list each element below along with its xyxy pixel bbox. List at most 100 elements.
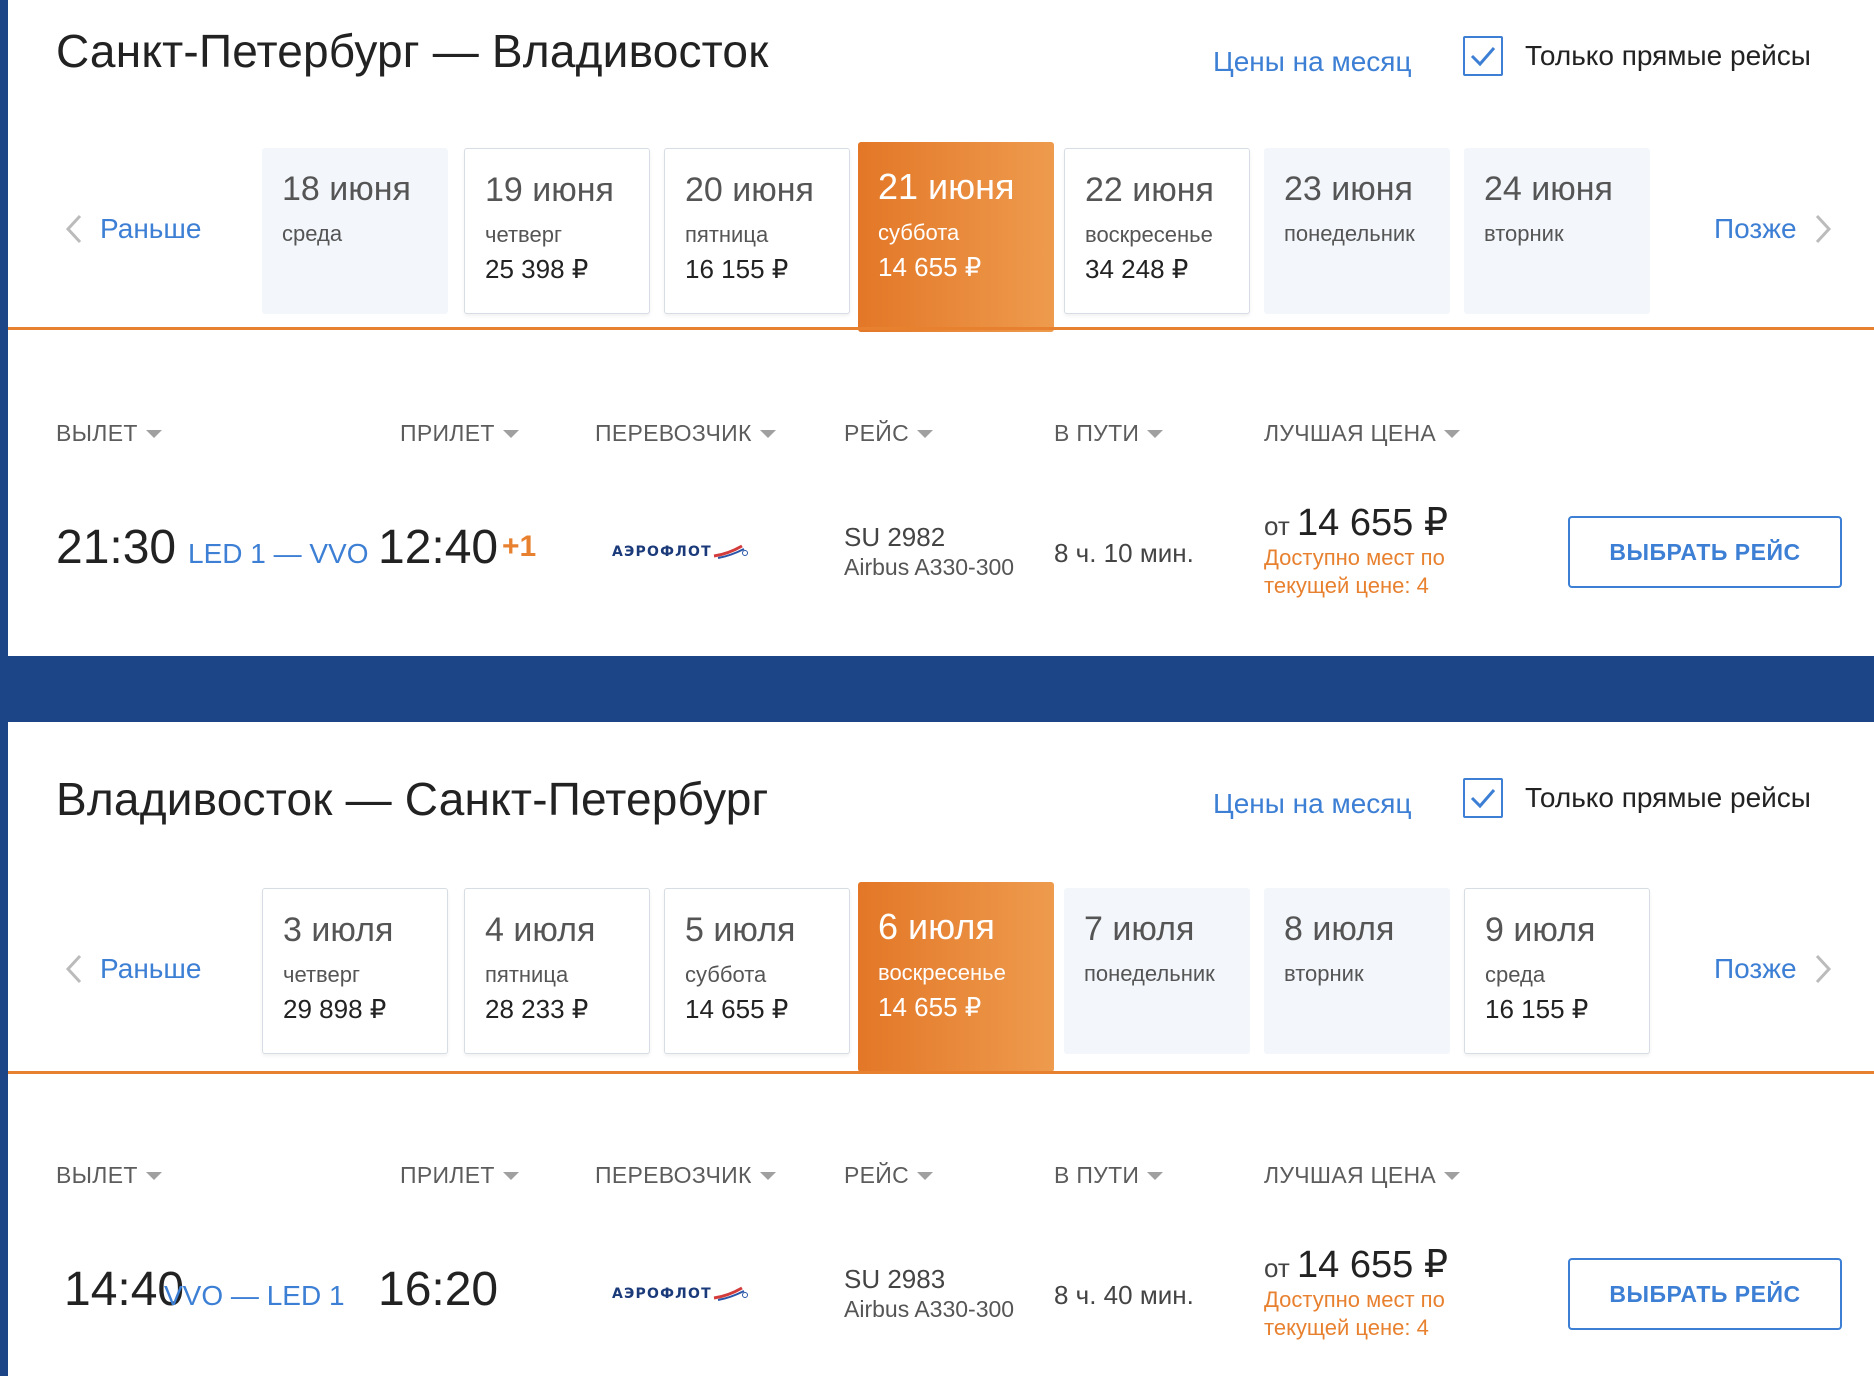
- month-prices-link[interactable]: Цены на месяц: [1213, 788, 1412, 820]
- chevron-left-icon: [65, 954, 82, 984]
- date-label: 18 июня: [282, 170, 411, 208]
- price-prefix: от: [1264, 511, 1290, 541]
- caret-down-icon: [759, 429, 776, 438]
- direct-flights-label: Только прямые рейсы: [1525, 40, 1811, 71]
- sort-flight[interactable]: РЕЙС: [844, 420, 934, 447]
- date-cell[interactable]: 3 июля четверг 29 898 ₽: [262, 888, 448, 1054]
- caret-down-icon: [502, 1171, 519, 1180]
- date-label: 20 июня: [685, 171, 814, 209]
- sort-departure[interactable]: ВЫЛЕТ: [56, 420, 162, 447]
- date-label: 3 июля: [283, 911, 394, 949]
- seats-line: текущей цене: 4: [1264, 573, 1429, 598]
- sort-arrival[interactable]: ПРИЛЕТ: [400, 420, 519, 447]
- next-day-badge: +1: [502, 530, 537, 563]
- chevron-right-icon: [1815, 214, 1831, 244]
- day-label: вторник: [1484, 221, 1564, 246]
- route-title: Санкт-Петербург — Владивосток: [56, 25, 769, 77]
- dates-prev-button[interactable]: Раньше: [60, 212, 201, 246]
- seats-line: Доступно мест по: [1264, 1287, 1445, 1312]
- price-value: 14 655 ₽: [1297, 502, 1448, 544]
- date-label: 22 июня: [1085, 171, 1214, 209]
- dates-next-button[interactable]: Позже: [1714, 212, 1837, 246]
- dates-prev-label: Раньше: [100, 213, 202, 244]
- date-cell[interactable]: 9 июля среда 16 155 ₽: [1464, 888, 1650, 1054]
- day-label: среда: [1485, 962, 1546, 987]
- direct-flights-checkbox[interactable]: [1463, 778, 1503, 818]
- seats-available: Доступно мест по текущей цене: 4: [1264, 544, 1484, 600]
- date-label: 19 июня: [485, 171, 614, 209]
- sort-departure[interactable]: ВЫЛЕТ: [56, 1162, 162, 1189]
- sort-departure-label: ВЫЛЕТ: [56, 1162, 138, 1188]
- day-label: понедельник: [1084, 961, 1215, 986]
- date-cell-selected[interactable]: 6 июля воскресенье 14 655 ₽: [858, 882, 1054, 1072]
- sort-duration[interactable]: В ПУТИ: [1054, 1162, 1164, 1189]
- departure-time: 21:30: [56, 521, 177, 574]
- select-flight-button[interactable]: ВЫБРАТЬ РЕЙС: [1568, 1258, 1842, 1330]
- direct-flights-toggle[interactable]: Только прямые рейсы: [1463, 778, 1811, 818]
- direct-flights-checkbox[interactable]: [1463, 36, 1503, 76]
- day-label: воскресенье: [1085, 222, 1213, 247]
- route-card-return: Владивосток — Санкт-Петербург Цены на ме…: [8, 722, 1874, 1376]
- date-cell[interactable]: 5 июля суббота 14 655 ₽: [664, 888, 850, 1054]
- date-price: 34 248 ₽: [1085, 254, 1189, 284]
- best-price: от 14 655 ₽: [1264, 500, 1448, 545]
- date-cell[interactable]: 20 июня пятница 16 155 ₽: [664, 148, 850, 314]
- aeroflot-logo-icon: АЭРОФЛОТ: [612, 1286, 750, 1302]
- date-cell[interactable]: 4 июля пятница 28 233 ₽: [464, 888, 650, 1054]
- flight-duration: 8 ч. 10 мин.: [1054, 538, 1194, 568]
- date-price: 28 233 ₽: [485, 994, 589, 1024]
- dates-prev-button[interactable]: Раньше: [60, 952, 201, 986]
- flight-duration: 8 ч. 40 мин.: [1054, 1280, 1194, 1310]
- sort-carrier[interactable]: ПЕРЕВОЗЧИК: [595, 1162, 776, 1189]
- date-cell[interactable]: 19 июня четверг 25 398 ₽: [464, 148, 650, 314]
- day-label: пятница: [485, 962, 569, 987]
- day-label: среда: [282, 221, 343, 246]
- date-strip-divider: [8, 327, 1874, 330]
- day-label: воскресенье: [878, 960, 1006, 985]
- date-cell-selected[interactable]: 21 июня суббота 14 655 ₽: [858, 142, 1054, 332]
- sort-carrier[interactable]: ПЕРЕВОЗЧИК: [595, 420, 776, 447]
- date-cell[interactable]: 18 июня среда: [262, 148, 448, 314]
- sort-flight[interactable]: РЕЙС: [844, 1162, 934, 1189]
- date-label: 4 июля: [485, 911, 596, 949]
- date-price: 14 655 ₽: [878, 252, 982, 282]
- route-card-outbound: Санкт-Петербург — Владивосток Цены на ме…: [8, 0, 1874, 656]
- wing-icon: [713, 1286, 748, 1301]
- month-prices-link[interactable]: Цены на месяц: [1213, 46, 1412, 78]
- chevron-right-icon: [1815, 954, 1831, 984]
- arrival-time: 12:40: [378, 521, 499, 574]
- best-price: от 14 655 ₽: [1264, 1242, 1448, 1287]
- seats-line: Доступно мест по: [1264, 545, 1445, 570]
- date-price: 16 155 ₽: [1485, 994, 1589, 1024]
- day-label: пятница: [685, 222, 769, 247]
- sort-duration[interactable]: В ПУТИ: [1054, 420, 1164, 447]
- sort-best-price[interactable]: ЛУЧШАЯ ЦЕНА: [1264, 1162, 1461, 1189]
- sort-arrival[interactable]: ПРИЛЕТ: [400, 1162, 519, 1189]
- route-title: Владивосток — Санкт-Петербург: [56, 773, 769, 825]
- direct-flights-toggle[interactable]: Только прямые рейсы: [1463, 36, 1811, 76]
- day-label: суббота: [878, 220, 960, 245]
- sort-departure-label: ВЫЛЕТ: [56, 420, 138, 446]
- day-label: вторник: [1284, 961, 1364, 986]
- day-label: четверг: [485, 222, 562, 247]
- select-flight-button[interactable]: ВЫБРАТЬ РЕЙС: [1568, 516, 1842, 588]
- date-cell[interactable]: 22 июня воскресенье 34 248 ₽: [1064, 148, 1250, 314]
- date-label: 6 июля: [878, 906, 995, 947]
- chevron-left-icon: [65, 214, 82, 244]
- date-cell[interactable]: 23 июня понедельник: [1264, 148, 1450, 314]
- date-label: 23 июня: [1284, 170, 1413, 208]
- caret-down-icon: [759, 1171, 776, 1180]
- date-cell[interactable]: 8 июля вторник: [1264, 888, 1450, 1054]
- check-icon: [1470, 47, 1496, 67]
- date-cell[interactable]: 7 июля понедельник: [1064, 888, 1250, 1054]
- dates-next-button[interactable]: Позже: [1714, 952, 1837, 986]
- check-icon: [1470, 789, 1496, 809]
- date-cell[interactable]: 24 июня вторник: [1464, 148, 1650, 314]
- date-price: 14 655 ₽: [685, 994, 789, 1024]
- flight-number: SU 2983: [844, 1264, 946, 1294]
- airports-route: LED 1 — VVO: [188, 538, 369, 569]
- date-price: 14 655 ₽: [878, 992, 982, 1022]
- date-label: 21 июня: [878, 166, 1015, 207]
- sort-arrival-label: ПРИЛЕТ: [400, 1162, 495, 1188]
- sort-best-price[interactable]: ЛУЧШАЯ ЦЕНА: [1264, 420, 1461, 447]
